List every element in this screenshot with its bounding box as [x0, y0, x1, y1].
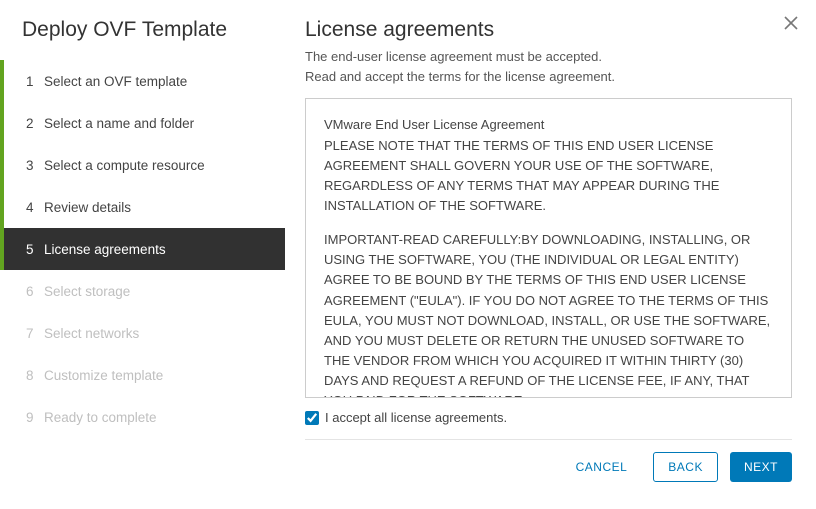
- step-number: 3: [26, 158, 44, 173]
- step-number: 4: [26, 200, 44, 215]
- license-paragraph: IMPORTANT-READ CAREFULLY:BY DOWNLOADING,…: [324, 230, 773, 398]
- license-paragraph: PLEASE NOTE THAT THE TERMS OF THIS END U…: [324, 136, 773, 217]
- wizard-title: Deploy OVF Template: [0, 18, 285, 60]
- step-label: Review details: [44, 200, 131, 215]
- wizard-step-7: 7 Select networks: [0, 312, 285, 354]
- step-number: 9: [26, 410, 44, 425]
- close-icon[interactable]: [784, 16, 798, 35]
- wizard-step-9: 9 Ready to complete: [0, 396, 285, 438]
- step-number: 8: [26, 368, 44, 383]
- back-button[interactable]: BACK: [653, 452, 718, 482]
- step-number: 1: [26, 74, 44, 89]
- step-label: License agreements: [44, 242, 166, 257]
- step-label: Select an OVF template: [44, 74, 187, 89]
- step-label: Select a name and folder: [44, 116, 194, 131]
- wizard-step-8: 8 Customize template: [0, 354, 285, 396]
- wizard-step-5[interactable]: 5 License agreements: [0, 228, 285, 270]
- step-label: Select storage: [44, 284, 130, 299]
- step-number: 6: [26, 284, 44, 299]
- page-subtitle-1: The end-user license agreement must be a…: [305, 48, 792, 66]
- cancel-button[interactable]: CANCEL: [562, 452, 642, 482]
- accept-license-row[interactable]: I accept all license agreements.: [305, 410, 792, 425]
- step-label: Ready to complete: [44, 410, 157, 425]
- step-label: Select networks: [44, 326, 139, 341]
- wizard-footer: CANCEL BACK NEXT: [305, 439, 792, 482]
- license-textbox[interactable]: VMware End User License Agreement PLEASE…: [305, 98, 792, 398]
- wizard-step-4[interactable]: 4 Review details: [0, 186, 285, 228]
- license-paragraph: VMware End User License Agreement: [324, 115, 773, 135]
- accept-license-label: I accept all license agreements.: [325, 410, 507, 425]
- accept-license-checkbox[interactable]: [305, 411, 319, 425]
- next-button[interactable]: NEXT: [730, 452, 792, 482]
- page-subtitle-2: Read and accept the terms for the licens…: [305, 68, 792, 86]
- wizard-step-2[interactable]: 2 Select a name and folder: [0, 102, 285, 144]
- step-number: 2: [26, 116, 44, 131]
- deploy-ovf-modal: Deploy OVF Template 1 Select an OVF temp…: [0, 0, 816, 509]
- wizard-content: License agreements The end-user license …: [285, 0, 816, 509]
- wizard-steps: 1 Select an OVF template2 Select a name …: [0, 60, 285, 438]
- step-label: Select a compute resource: [44, 158, 205, 173]
- wizard-sidebar: Deploy OVF Template 1 Select an OVF temp…: [0, 0, 285, 509]
- page-title: License agreements: [305, 18, 792, 42]
- step-number: 7: [26, 326, 44, 341]
- wizard-step-3[interactable]: 3 Select a compute resource: [0, 144, 285, 186]
- step-label: Customize template: [44, 368, 163, 383]
- wizard-step-1[interactable]: 1 Select an OVF template: [0, 60, 285, 102]
- wizard-step-6: 6 Select storage: [0, 270, 285, 312]
- step-number: 5: [26, 242, 44, 257]
